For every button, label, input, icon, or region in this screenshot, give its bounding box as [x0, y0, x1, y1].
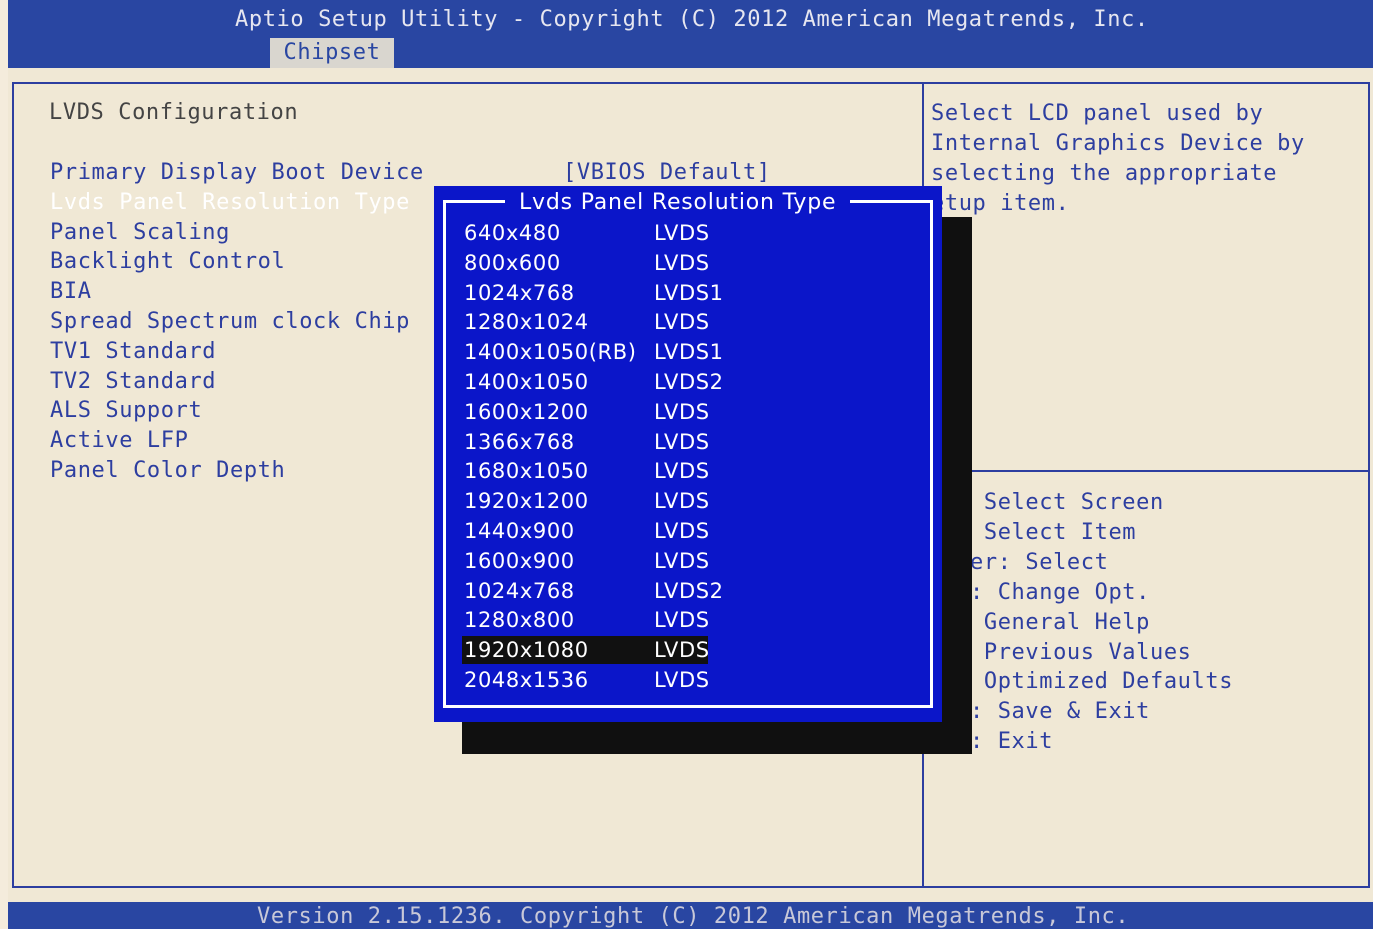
setting-item[interactable]: Backlight Control — [50, 249, 285, 274]
setting-item[interactable]: Spread Spectrum clock Chip — [50, 309, 410, 334]
panel-type: LVDS — [654, 668, 710, 692]
resolution-value: 1400x1050(RB) — [464, 340, 637, 365]
setting-item[interactable]: TV1 Standard — [50, 339, 216, 364]
resolution-value: 1680x1050 — [464, 459, 589, 484]
panel-type: LVDS2 — [654, 370, 724, 394]
panel-type: LVDS — [654, 608, 710, 633]
setting-item[interactable]: BIA — [50, 279, 92, 304]
resolution-value: 1280x800 — [464, 608, 575, 633]
resolution-value: 1280x1024 — [464, 310, 589, 335]
panel-type: LVDS1 — [654, 280, 724, 305]
resolution-value: 1600x900 — [464, 548, 575, 573]
app-title: Aptio Setup Utility - Copyright (C) 2012… — [235, 7, 1149, 32]
setting-item[interactable]: Primary Display Boot Device — [50, 160, 424, 185]
setting-item[interactable]: Active LFP — [50, 428, 188, 453]
key-legend-line: Optimized Defaults — [970, 669, 1234, 695]
frame-bottom-border — [12, 886, 1370, 888]
panel-type: LVDS — [654, 250, 710, 275]
resolution-value: 1024x768 — [464, 578, 575, 603]
key-legend-line: General Help — [970, 609, 1150, 635]
help-line: Internal Graphics Device by — [931, 131, 1305, 156]
popup-title: Lvds Panel Resolution Type — [505, 190, 851, 215]
resolution-option[interactable]: 1920x1080 LVDS — [462, 636, 710, 665]
resolution-value: 1366x768 — [464, 429, 575, 454]
resolution-option[interactable]: 1400x1050 LVDS2 — [462, 368, 922, 396]
primary-display-value[interactable]: [VBIOS Default] — [563, 160, 771, 185]
panel-type: LVDS — [654, 221, 710, 245]
key-legend-line: Previous Values — [970, 639, 1192, 665]
resolution-value: 1440x900 — [464, 519, 575, 543]
setting-item[interactable]: TV2 Standard — [50, 369, 216, 394]
panel-type: LVDS — [654, 519, 710, 543]
setting-item[interactable]: Panel Color Depth — [50, 458, 285, 483]
panel-type: LVDS1 — [654, 340, 724, 365]
panel-type: LVDS2 — [654, 578, 724, 603]
resolution-option[interactable]: 1440x900 LVDS — [462, 517, 922, 545]
resolution-value: 1920x1080 — [464, 638, 589, 663]
resolution-option[interactable]: 640x480 LVDS — [462, 219, 922, 247]
key-legend-line: Select Screen — [970, 490, 1164, 515]
resolution-value: 640x480 — [464, 221, 561, 245]
resolution-value: 800x600 — [464, 250, 561, 275]
panel-type: LVDS — [654, 489, 710, 514]
key-legend-line: : Change Opt. — [970, 579, 1150, 605]
panel-type: LVDS — [654, 459, 710, 484]
resolution-option[interactable]: 1024x768 LVDS2 — [462, 577, 922, 605]
panel-type: LVDS — [654, 310, 710, 335]
resolution-option[interactable]: 1024x768 LVDS1 — [462, 279, 922, 307]
setting-item[interactable]: Lvds Panel Resolution Type — [50, 190, 410, 215]
key-legend-line: : Exit — [970, 729, 1054, 755]
section-title: LVDS Configuration — [49, 100, 299, 125]
tab-chipset[interactable]: Chipset — [270, 38, 394, 68]
footer-text: Version 2.15.1236. Copyright (C) 2012 Am… — [257, 904, 1130, 929]
resolution-option[interactable]: 800x600 LVDS — [462, 249, 922, 277]
resolution-option[interactable]: 1280x800 LVDS — [462, 606, 922, 634]
panel-type: LVDS — [654, 399, 710, 424]
frame-top-border — [12, 82, 1370, 84]
resolution-option[interactable]: 1680x1050 LVDS — [462, 457, 922, 485]
key-legend-line: : Save & Exit — [970, 699, 1150, 725]
key-legend-line: Select Item — [970, 519, 1137, 545]
resolution-option[interactable]: 1920x1200 LVDS — [462, 487, 922, 515]
resolution-value: 2048x1536 — [464, 668, 589, 692]
resolution-option[interactable]: 1400x1050(RB) LVDS1 — [462, 338, 922, 366]
resolution-value: 1024x768 — [464, 280, 575, 305]
help-line: etup item. — [931, 191, 1070, 216]
frame-left-border — [12, 82, 14, 888]
frame-right-border — [1368, 82, 1370, 888]
setting-item[interactable]: Panel Scaling — [50, 220, 230, 245]
key-legend-line: er: Select — [970, 549, 1109, 575]
help-line: Select LCD panel used by — [931, 101, 1264, 126]
resolution-value: 1600x1200 — [464, 399, 589, 424]
resolution-option[interactable]: 1280x1024 LVDS — [462, 308, 922, 336]
resolution-option[interactable]: 2048x1536 LVDS — [462, 666, 922, 694]
resolution-value: 1920x1200 — [464, 489, 589, 514]
resolution-option[interactable]: 1366x768 LVDS — [462, 428, 922, 456]
help-line: selecting the appropriate — [931, 161, 1278, 186]
resolution-option[interactable]: 1600x1200 LVDS — [462, 398, 922, 426]
setting-item[interactable]: ALS Support — [50, 398, 202, 423]
panel-type: LVDS — [654, 638, 710, 663]
panel-type: LVDS — [654, 429, 710, 454]
resolution-value: 1400x1050 — [464, 370, 589, 394]
resolution-option[interactable]: 1600x900 LVDS — [462, 547, 922, 575]
panel-type: LVDS — [654, 548, 710, 573]
help-keys-divider — [924, 470, 1370, 472]
